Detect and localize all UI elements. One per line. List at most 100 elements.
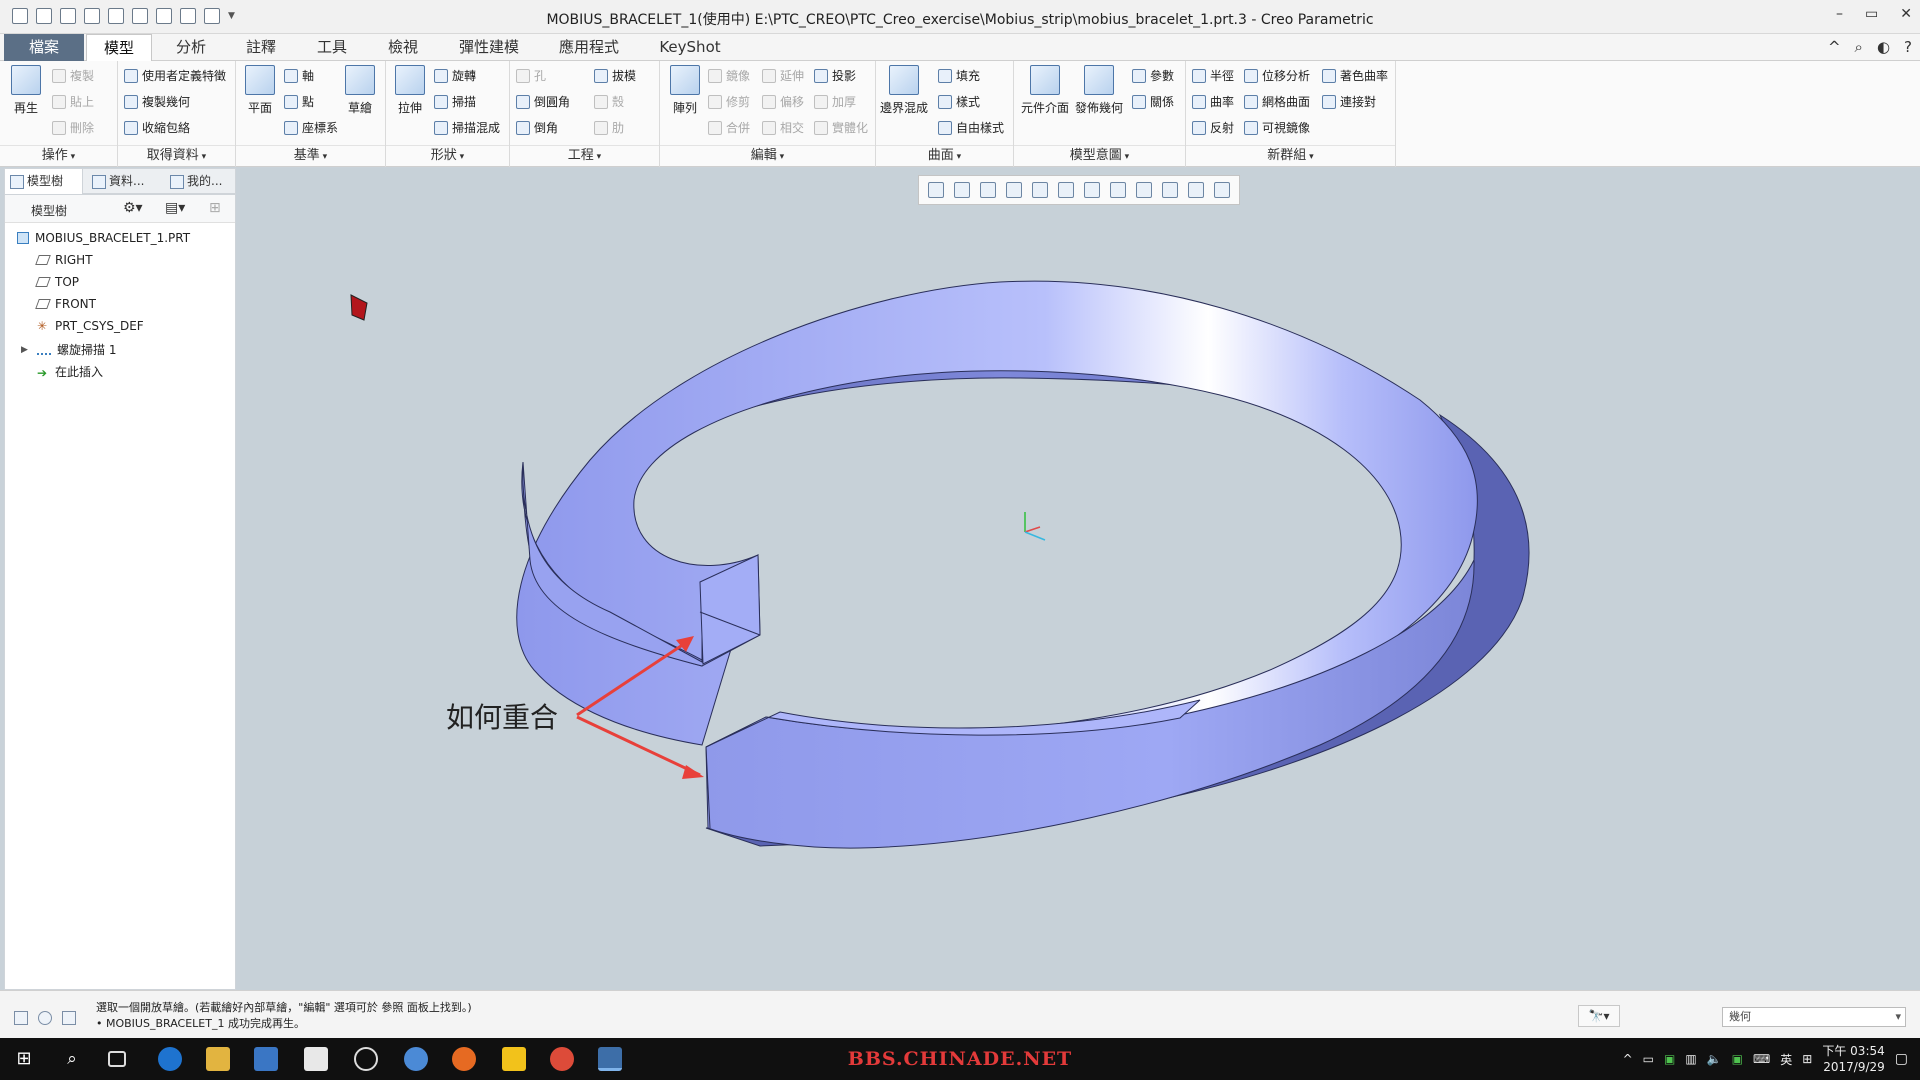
tab-favorites[interactable]: 我的... <box>165 169 235 194</box>
tree-item-front[interactable]: FRONT <box>35 297 96 311</box>
shell-button[interactable]: 殼 <box>594 93 624 110</box>
tree-item-insert-here[interactable]: ➔ 在此插入 <box>37 363 103 380</box>
draft-button[interactable]: 拔模 <box>594 67 636 84</box>
group-label-model-intent[interactable]: 模型意圖 <box>1014 145 1185 165</box>
show-browser-icon[interactable] <box>38 1011 52 1025</box>
show-navigator-icon[interactable] <box>14 1011 28 1025</box>
radius-button[interactable]: 半徑 <box>1192 67 1234 84</box>
tree-item-csys[interactable]: ✳ PRT_CSYS_DEF <box>37 319 144 333</box>
notifications-icon[interactable]: ▢ <box>1895 1051 1908 1067</box>
paste-button[interactable]: 貼上 <box>52 93 94 110</box>
mesh-surface-button[interactable]: 網格曲面 <box>1244 93 1310 110</box>
annotation-display-icon[interactable] <box>1188 182 1204 198</box>
repaint-icon[interactable] <box>1006 182 1022 198</box>
tab-flexible-modeling[interactable]: 彈性建模 <box>446 34 532 61</box>
extrude-button[interactable]: 拉伸 <box>390 65 430 116</box>
network-icon[interactable]: ▥ <box>1685 1052 1696 1066</box>
tab-model[interactable]: 模型 <box>86 34 152 61</box>
group-label-engineering[interactable]: 工程 <box>510 145 659 165</box>
tree-item-part[interactable]: MOBIUS_BRACELET_1.PRT <box>17 231 190 245</box>
freestyle-button[interactable]: 自由樣式 <box>938 119 1004 136</box>
tree-item-right[interactable]: RIGHT <box>35 253 93 267</box>
component-interface-button[interactable]: 元件介面 <box>1020 65 1070 116</box>
sketch-button[interactable]: 草繪 <box>340 65 380 116</box>
point-button[interactable]: 點 <box>284 93 314 110</box>
tray-device-icon[interactable]: ▭ <box>1643 1052 1654 1066</box>
datum-display-icon[interactable] <box>1162 182 1178 198</box>
group-label-editing[interactable]: 編輯 <box>660 145 875 165</box>
intersect-button[interactable]: 相交 <box>762 119 804 136</box>
extend-button[interactable]: 延伸 <box>762 67 804 84</box>
ime-indicator[interactable]: 英 <box>1780 1051 1792 1068</box>
tree-filter-icon[interactable]: ⊞ <box>209 200 221 216</box>
curvature-button[interactable]: 曲率 <box>1192 93 1234 110</box>
help-icon[interactable]: ? <box>1904 38 1912 56</box>
tab-keyshot[interactable]: KeyShot <box>648 34 732 61</box>
minimize-button[interactable]: – <box>1836 6 1843 22</box>
saved-orientations-icon[interactable] <box>1058 182 1074 198</box>
clock[interactable]: 下午 03:54 2017/9/29 <box>1822 1043 1884 1075</box>
zoom-in-icon[interactable] <box>954 182 970 198</box>
tab-analysis[interactable]: 分析 <box>160 34 222 61</box>
maximize-button[interactable]: ▭ <box>1865 6 1878 22</box>
section-icon[interactable] <box>1136 182 1152 198</box>
relations-button[interactable]: 關係 <box>1132 93 1174 110</box>
volume-icon[interactable]: 🔈 <box>1707 1052 1722 1066</box>
connect-button[interactable]: 連接對 <box>1322 93 1376 110</box>
community-icon[interactable]: ◐ <box>1877 38 1890 56</box>
chamfer-button[interactable]: 倒角 <box>516 119 558 136</box>
shrinkwrap-button[interactable]: 收縮包絡 <box>124 119 190 136</box>
delete-button[interactable]: 刪除 <box>52 119 94 136</box>
tree-item-top[interactable]: TOP <box>35 275 79 289</box>
sweep-button[interactable]: 掃描 <box>434 93 476 110</box>
full-screen-icon[interactable] <box>62 1011 76 1025</box>
tab-view[interactable]: 檢視 <box>372 34 434 61</box>
tree-settings-icon[interactable]: ⚙▾ <box>123 200 143 216</box>
keyboard-icon[interactable]: ⌨ <box>1753 1052 1770 1066</box>
perspective-icon[interactable] <box>1110 182 1126 198</box>
group-label-get-data[interactable]: 取得資料 <box>118 145 235 165</box>
tree-columns-icon[interactable]: ▤▾ <box>165 200 185 216</box>
publish-geometry-button[interactable]: 發佈幾何 <box>1074 65 1124 116</box>
visible-mirror-button[interactable]: 可視鏡像 <box>1244 119 1310 136</box>
project-button[interactable]: 投影 <box>814 67 856 84</box>
refit-icon[interactable] <box>928 182 944 198</box>
shaded-curvature-button[interactable]: 著色曲率 <box>1322 67 1388 84</box>
tree-item-helical-sweep[interactable]: 螺旋掃描 1 <box>37 341 116 358</box>
tray-expand-icon[interactable]: ^ <box>1623 1052 1633 1066</box>
tab-model-tree[interactable]: 模型樹 <box>5 169 83 194</box>
style-button[interactable]: 樣式 <box>938 93 980 110</box>
reflection-button[interactable]: 反射 <box>1192 119 1234 136</box>
swept-blend-button[interactable]: 掃描混成 <box>434 119 500 136</box>
ime-mode-icon[interactable]: ⊞ <box>1802 1052 1812 1066</box>
view-manager-icon[interactable] <box>1084 182 1100 198</box>
group-label-surfaces[interactable]: 曲面 <box>876 145 1013 165</box>
expand-arrow-icon[interactable]: ▶ <box>21 345 28 355</box>
plane-button[interactable]: 平面 <box>240 65 280 116</box>
zoom-out-icon[interactable] <box>980 182 996 198</box>
round-button[interactable]: 倒圓角 <box>516 93 570 110</box>
group-label-shapes[interactable]: 形狀 <box>386 145 509 165</box>
hole-button[interactable]: 孔 <box>516 67 546 84</box>
pattern-button[interactable]: 陣列 <box>666 65 704 116</box>
tab-annotate[interactable]: 註釋 <box>230 34 292 61</box>
revolve-button[interactable]: 旋轉 <box>434 67 476 84</box>
regenerate-button[interactable]: 再生 <box>6 65 46 116</box>
tab-file[interactable]: 檔案 <box>4 34 84 61</box>
thicken-button[interactable]: 加厚 <box>814 93 856 110</box>
copy-button[interactable]: 複製 <box>52 67 94 84</box>
rib-button[interactable]: 肋 <box>594 119 624 136</box>
find-button[interactable]: 🔭▾ <box>1578 1005 1620 1027</box>
display-style-icon[interactable] <box>1032 182 1048 198</box>
udf-button[interactable]: 使用者定義特徵 <box>124 67 226 84</box>
offset-button[interactable]: 偏移 <box>762 93 804 110</box>
tray-app-icon[interactable]: ▣ <box>1664 1052 1675 1066</box>
search-icon[interactable]: ⌕ <box>1855 38 1863 56</box>
selection-filter[interactable]: 幾何 <box>1722 1007 1906 1027</box>
group-label-datum[interactable]: 基準 <box>236 145 385 165</box>
solidify-button[interactable]: 實體化 <box>814 119 868 136</box>
copy-geometry-button[interactable]: 複製幾何 <box>124 93 190 110</box>
parameters-button[interactable]: 參數 <box>1132 67 1174 84</box>
merge-button[interactable]: 合併 <box>708 119 750 136</box>
axis-button[interactable]: 軸 <box>284 67 314 84</box>
